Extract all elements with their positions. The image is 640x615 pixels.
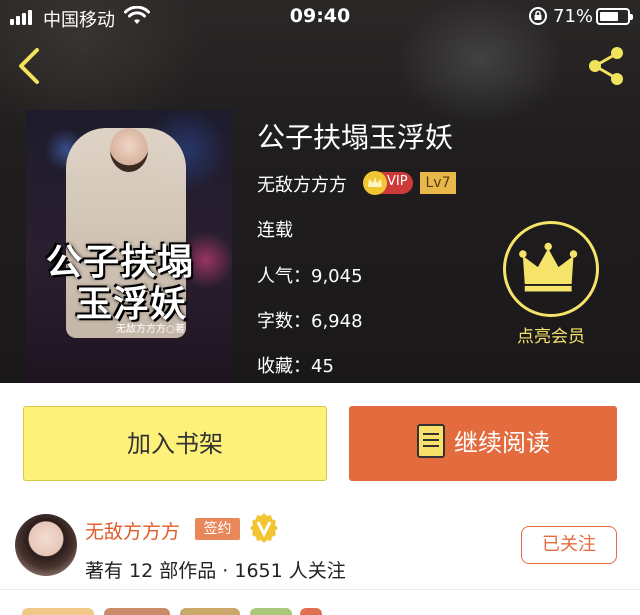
tag-chip[interactable]: [180, 608, 240, 615]
signed-badge: 签约: [195, 518, 240, 540]
vip-badge: VIP: [363, 171, 413, 195]
cover-title: 公子扶塌 玉浮妖: [46, 242, 195, 325]
vip-crown-button[interactable]: [503, 221, 599, 317]
tag-chip[interactable]: [104, 608, 170, 615]
book-header: 中国移动 09:40 71% 公子扶塌 玉浮妖 无敌方方方○著 公子扶塌玉浮妖 …: [0, 0, 640, 383]
tag-chip[interactable]: [22, 608, 94, 615]
add-to-shelf-button[interactable]: 加入书架: [23, 406, 327, 481]
tag-chip[interactable]: [300, 608, 322, 615]
book-title: 公子扶塌玉浮妖: [257, 121, 454, 154]
back-icon[interactable]: [12, 46, 48, 86]
book-cover[interactable]: 公子扶塌 玉浮妖 无敌方方方○著: [26, 110, 232, 383]
status-bar: 中国移动 09:40 71%: [0, 0, 640, 34]
tag-chip[interactable]: [250, 608, 292, 615]
popularity: 人气：9,045: [257, 266, 363, 287]
word-count: 字数：6,948: [257, 311, 363, 332]
divider: [0, 589, 640, 590]
battery-level: [600, 12, 619, 21]
favorites-count: 收藏：45: [257, 356, 334, 377]
author-avatar[interactable]: [15, 514, 77, 576]
continue-reading-button[interactable]: 继续阅读: [349, 406, 617, 481]
serial-status: 连载: [257, 220, 293, 241]
crown-icon: [519, 242, 578, 292]
battery-icon: [596, 8, 633, 25]
crown-icon: [363, 171, 387, 195]
battery-percent: 71%: [553, 6, 594, 27]
v-badge-icon: [250, 513, 278, 543]
book-author[interactable]: 无敌方方方: [257, 171, 347, 197]
author-stats: 著有 12 部作品 · 1651 人关注: [85, 560, 346, 582]
level-badge: Lv7: [420, 172, 456, 194]
follow-button[interactable]: 已关注: [521, 526, 617, 564]
orientation-lock-icon: [529, 7, 547, 25]
share-icon[interactable]: [584, 44, 628, 88]
cover-author: 无敌方方方○著: [116, 324, 185, 335]
author-name[interactable]: 无敌方方方: [85, 517, 180, 544]
book-icon: [417, 424, 445, 458]
vip-action-label[interactable]: 点亮会员: [503, 322, 599, 347]
